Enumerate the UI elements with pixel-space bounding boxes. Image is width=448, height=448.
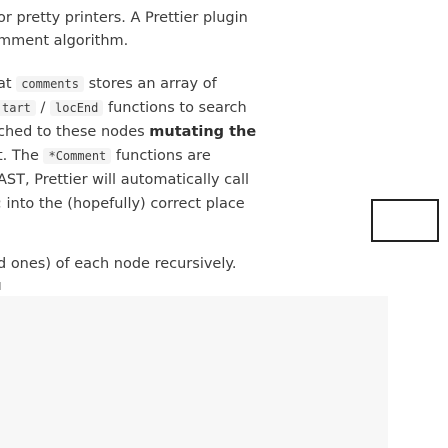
inline-code-locstart: tart (0, 100, 36, 116)
text-fragment: stores an array of (83, 76, 217, 92)
text-fragment: functions are (111, 148, 211, 164)
text-fragment: functions to search (103, 100, 247, 116)
text-fragment: / (35, 100, 51, 116)
text-fragment: t. The (0, 148, 44, 164)
paragraph-line: ; into the (hopefully) correct place (0, 196, 245, 212)
highlight-box (371, 199, 439, 242)
bold-text: mutating the (149, 124, 257, 140)
inline-code-comment-functions: *Comment (43, 148, 112, 164)
paragraph-line: d ones) of each node recursively. (0, 256, 237, 272)
paragraph-line: tart / locEnd functions to search (0, 98, 247, 118)
inline-code-comments: comments (16, 76, 84, 92)
paragraph-line: ched to these nodes mutating the (0, 122, 256, 142)
inline-code-locend: locEnd (50, 100, 104, 116)
code-block (0, 296, 388, 448)
paragraph-line: t. The *Comment functions are (0, 146, 211, 166)
divider-mark (0, 282, 1, 290)
paragraph-line: or pretty printers. A Prettier plugin (0, 10, 248, 26)
paragraph-line: AST, Prettier will automatically call (0, 172, 250, 188)
paragraph-line: mment algorithm. (0, 33, 129, 49)
document-viewport: or pretty printers. A Prettier plugin mm… (0, 0, 448, 448)
paragraph-line: at comments stores an array of (0, 74, 217, 94)
text-fragment: ched to these nodes (0, 124, 150, 140)
text-fragment: at (0, 76, 12, 92)
